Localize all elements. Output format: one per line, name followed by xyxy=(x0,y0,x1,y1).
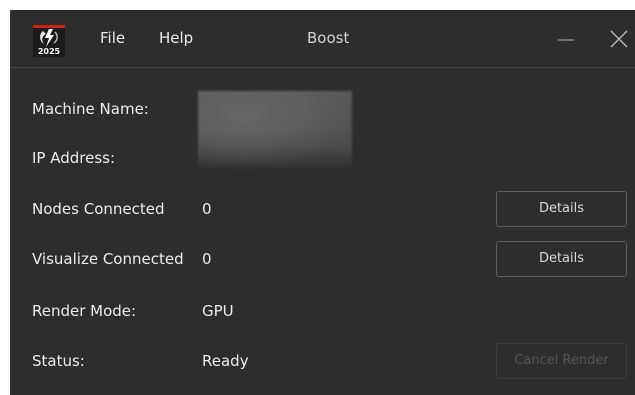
app-logo-year: 2025 xyxy=(37,47,61,56)
machine-name-label: Machine Name: xyxy=(32,100,149,118)
window-title: Boost xyxy=(307,29,350,47)
visualize-details-button[interactable]: Details xyxy=(496,241,627,277)
menu-file[interactable]: File xyxy=(100,29,125,47)
status-value: Ready xyxy=(202,352,249,370)
title-bar[interactable]: 2025 File Help Boost xyxy=(11,10,635,68)
nodes-details-button[interactable]: Details xyxy=(496,191,627,227)
menu-help[interactable]: Help xyxy=(159,29,193,47)
visualize-connected-value: 0 xyxy=(202,250,212,268)
status-label: Status: xyxy=(32,352,85,370)
minimize-button[interactable] xyxy=(543,10,589,68)
ip-address-label: IP Address: xyxy=(32,149,116,167)
close-button[interactable] xyxy=(596,10,635,68)
visualize-connected-label: Visualize Connected xyxy=(32,250,184,268)
render-mode-value: GPU xyxy=(202,302,234,320)
cancel-render-button[interactable]: Cancel Render xyxy=(496,343,627,379)
app-logo-icon: 2025 xyxy=(33,25,65,57)
minimize-icon xyxy=(558,39,574,41)
render-mode-label: Render Mode: xyxy=(32,302,137,320)
boost-window: 2025 File Help Boost Machine Name: IP Ad… xyxy=(10,10,635,395)
nodes-connected-label: Nodes Connected xyxy=(32,200,165,218)
redacted-machine-info xyxy=(198,91,352,171)
close-icon xyxy=(610,30,628,48)
nodes-connected-value: 0 xyxy=(202,200,212,218)
lightning-swirl-icon xyxy=(40,29,58,47)
